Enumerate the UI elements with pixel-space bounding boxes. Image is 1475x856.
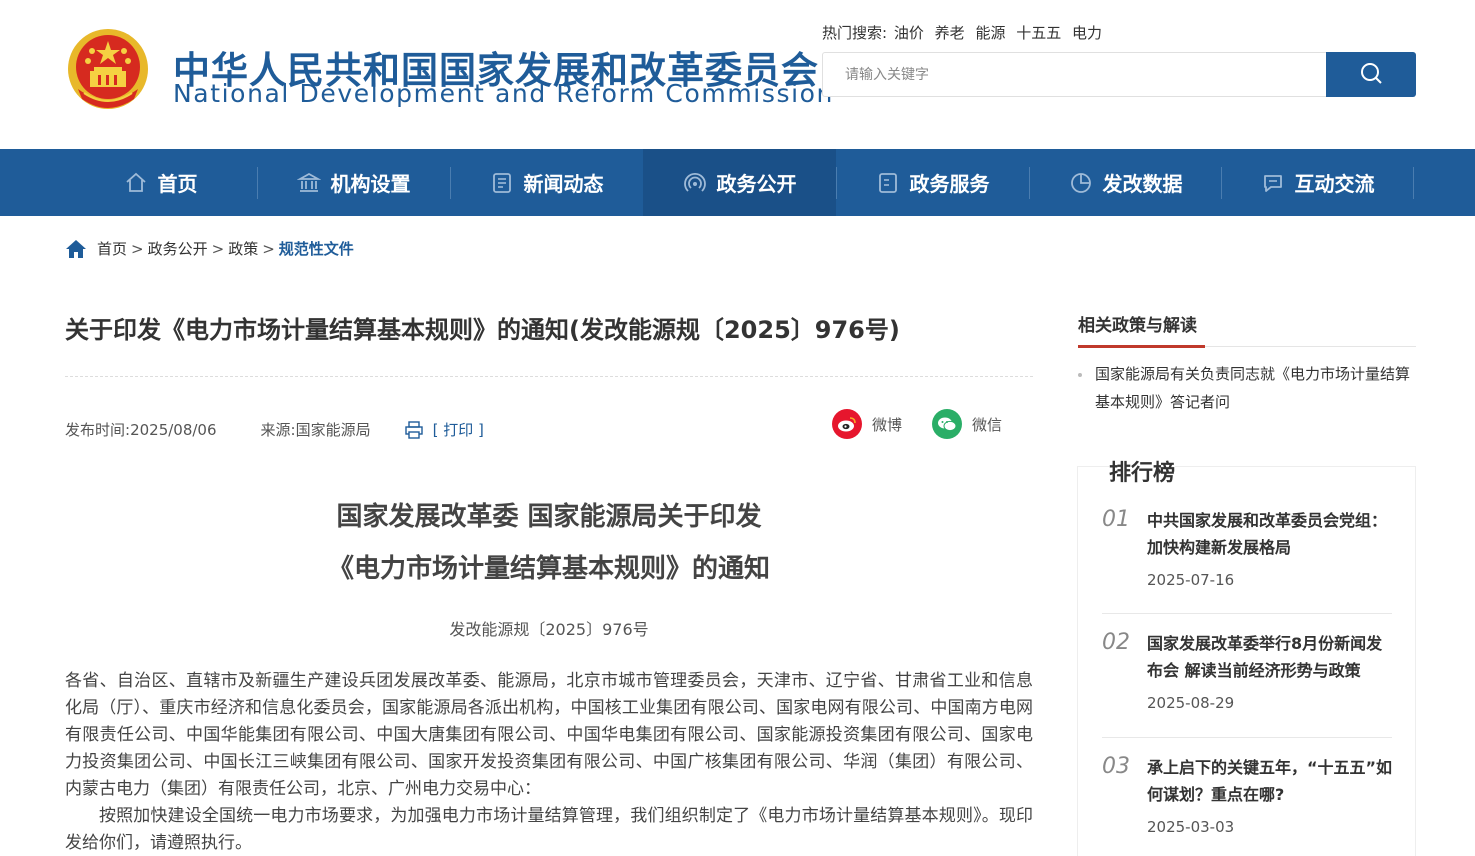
breadcrumb: 首页 > 政务公开 > 政策 > 规范性文件: [65, 238, 354, 259]
breadcrumb-home[interactable]: 首页: [97, 238, 127, 259]
site-title-en[interactable]: National Development and Reform Commissi…: [173, 79, 834, 108]
nav-item-news[interactable]: 新闻动态: [450, 149, 643, 216]
share-wechat-label: 微信: [972, 415, 1003, 434]
hot-search-term[interactable]: 能源: [975, 24, 1005, 42]
main-nav: 首页 机构设置 新闻动态 政务公开 政务服务 发改数据 互动交流: [0, 149, 1475, 216]
ranking-number: 03: [1102, 754, 1130, 779]
article-meta: 发布时间: 2025/08/06 来源: 国家能源局 [ 打印 ]: [65, 419, 484, 440]
breadcrumb-separator: >: [262, 239, 275, 258]
article-body: 各省、自治区、直辖市及新疆生产建设兵团发展改革委、能源局，北京市城市管理委员会，…: [65, 668, 1033, 856]
search-input[interactable]: [822, 52, 1326, 97]
printer-icon: [404, 420, 423, 439]
hot-search-label: 热门搜索:: [822, 24, 888, 42]
ranking-number: 01: [1102, 507, 1130, 532]
publish-date: 2025/08/06: [130, 420, 217, 439]
hot-search-term[interactable]: 油价: [894, 24, 924, 42]
ranking-item-title[interactable]: 中共国家发展和改革委员会党组：加快构建新发展格局: [1147, 507, 1395, 561]
ranking-divider: [1102, 613, 1392, 614]
nav-item-label: 首页: [157, 172, 198, 196]
hot-search-term[interactable]: 养老: [935, 24, 965, 42]
ranking-item-title[interactable]: 承上启下的关键五年，“十五五”如何谋划？重点在哪?: [1147, 754, 1395, 808]
breadcrumb-separator: >: [211, 239, 225, 258]
nav-item-services[interactable]: 政务服务: [836, 149, 1029, 216]
institution-icon: [296, 171, 321, 195]
nav-item-label: 政务公开: [716, 172, 797, 196]
publish-label: 发布时间:: [65, 421, 131, 439]
nav-item-institutions[interactable]: 机构设置: [257, 149, 450, 216]
breadcrumb-current[interactable]: 规范性文件: [279, 238, 354, 259]
document-number: 发改能源规〔2025〕976号: [449, 620, 649, 639]
related-accent-bar: [1078, 345, 1205, 348]
breadcrumb-policy[interactable]: 政策: [228, 238, 258, 259]
share-weibo-label: 微博: [872, 415, 903, 434]
nav-item-label: 新闻动态: [523, 172, 604, 196]
pie-chart-icon: [1069, 171, 1093, 195]
home-icon[interactable]: [65, 239, 87, 259]
service-icon: [876, 171, 900, 195]
title-divider: [65, 376, 1033, 377]
ranking-title: 排行榜: [1109, 455, 1176, 487]
article-title: 关于印发《电力市场计量结算基本规则》的通知(发改能源规〔2025〕976号): [65, 316, 900, 344]
related-policy-link[interactable]: 国家能源局有关负责同志就《电力市场计量结算基本规则》答记者问: [1078, 360, 1416, 416]
nav-item-label: 机构设置: [330, 172, 411, 196]
document-heading-line2: 《电力市场计量结算基本规则》的通知: [327, 554, 770, 584]
search-button[interactable]: [1326, 52, 1416, 97]
broadcast-icon: [683, 171, 707, 195]
search-icon: [1359, 61, 1383, 89]
related-policy-title: 相关政策与解读: [1078, 316, 1197, 336]
nav-item-label: 发改数据: [1102, 172, 1183, 196]
document-heading-line1: 国家发展改革委 国家能源局关于印发: [336, 502, 762, 532]
nav-item-home[interactable]: 首页: [64, 149, 257, 216]
weibo-icon: [832, 409, 862, 439]
hot-search-term[interactable]: 十五五: [1016, 24, 1061, 42]
ranking-panel: 排行榜 01 中共国家发展和改革委员会党组：加快构建新发展格局 2025-07-…: [1077, 455, 1416, 856]
site-header: 中华人民共和国国家发展和改革委员会 National Development a…: [0, 0, 1475, 149]
hot-search: 热门搜索: 油价 养老 能源 十五五 电力: [822, 22, 1108, 43]
national-emblem-icon[interactable]: [64, 27, 152, 119]
news-icon: [490, 171, 514, 195]
home-icon: [124, 171, 148, 195]
breadcrumb-public-affairs[interactable]: 政务公开: [148, 238, 208, 259]
nav-item-label: 政务服务: [909, 172, 990, 196]
source-label: 来源:: [260, 421, 296, 439]
nav-item-label: 互动交流: [1294, 172, 1375, 196]
ranking-item-date: 2025-03-03: [1147, 818, 1235, 836]
ranking-divider: [1102, 737, 1392, 738]
nav-item-public-affairs[interactable]: 政务公开: [643, 149, 836, 216]
ranking-item-date: 2025-08-29: [1147, 694, 1235, 712]
body-paragraph: 按照加快建设全国统一电力市场要求，为加强电力市场计量结算管理，我们组织制定了《电…: [65, 806, 1033, 853]
ranking-number: 02: [1102, 630, 1130, 655]
share-weibo-button[interactable]: 微博: [832, 409, 902, 439]
ranking-item-date: 2025-07-16: [1147, 571, 1235, 589]
nav-item-data[interactable]: 发改数据: [1029, 149, 1222, 216]
nav-item-interaction[interactable]: 互动交流: [1221, 149, 1414, 216]
wechat-icon: [932, 409, 962, 439]
share-wechat-button[interactable]: 微信: [932, 409, 1002, 439]
chat-icon: [1261, 171, 1285, 195]
breadcrumb-separator: >: [131, 239, 144, 258]
hot-search-term[interactable]: 电力: [1072, 24, 1102, 42]
ranking-item-title[interactable]: 国家发展改革委举行8月份新闻发布会 解读当前经济形势与政策: [1147, 630, 1395, 684]
body-paragraph: 各省、自治区、直辖市及新疆生产建设兵团发展改革委、能源局，北京市城市管理委员会，…: [65, 671, 1033, 799]
print-label: [ 打印 ]: [432, 421, 484, 439]
source-value: 国家能源局: [295, 421, 371, 439]
nav-divider: [1413, 167, 1414, 199]
print-button[interactable]: [ 打印 ]: [404, 419, 484, 440]
